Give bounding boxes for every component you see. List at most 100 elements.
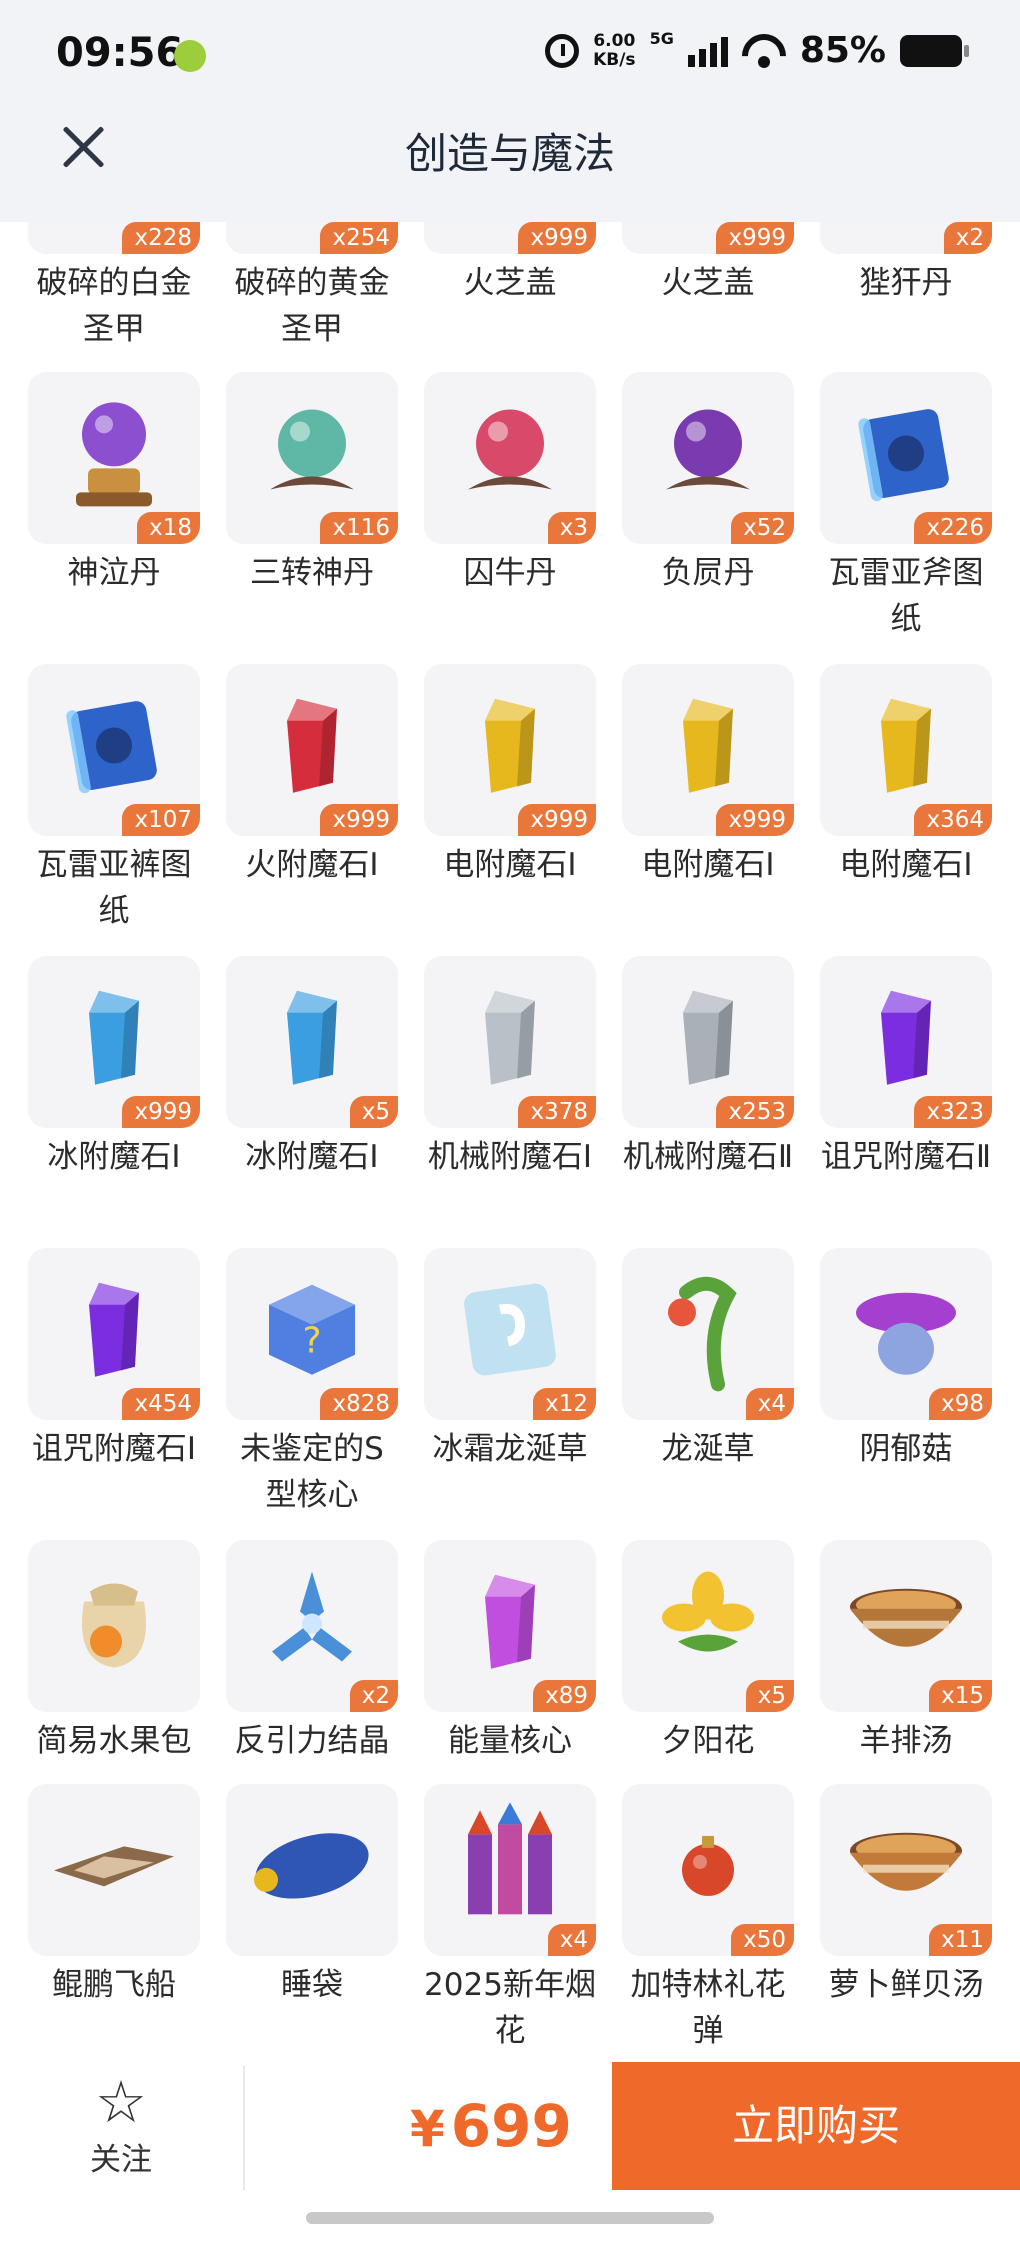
gem-icon: [69, 1275, 159, 1389]
item-count-badge: x5: [349, 1096, 398, 1128]
item-card[interactable]: x107 瓦雷亚裤图纸: [28, 664, 200, 934]
item-card[interactable]: x50 加特林礼花弹: [622, 1784, 794, 2054]
item-card[interactable]: x4 龙涎草: [622, 1248, 794, 1472]
item-tile: x378: [424, 956, 596, 1128]
item-card[interactable]: x454 诅咒附魔石Ⅰ: [28, 1248, 200, 1472]
mystery-box-icon: ?: [257, 1275, 367, 1389]
status-bar: 09:56 6.00 KB/s 5G 85%: [0, 0, 1020, 110]
item-tile: x98: [820, 1248, 992, 1420]
item-card[interactable]: x18 神泣丹: [28, 372, 200, 596]
svg-text:?: ?: [302, 1321, 321, 1362]
item-card[interactable]: x999 火芝盖: [424, 222, 596, 306]
scroll-icon: [54, 686, 174, 810]
item-tile: x999: [226, 664, 398, 836]
item-name: 瓦雷亚裤图纸: [36, 847, 192, 929]
item-card[interactable]: x2 狴犴丹: [820, 222, 992, 306]
follow-button[interactable]: ☆ 关注: [66, 2070, 176, 2179]
item-name: 睡袋: [281, 1967, 343, 2003]
item-card[interactable]: x3 囚牛丹: [424, 372, 596, 596]
item-card[interactable]: x2 反引力结晶: [226, 1540, 398, 1764]
item-count-badge: x2: [349, 1680, 398, 1712]
item-tile: x2: [820, 222, 992, 254]
item-card[interactable]: x11 萝卜鲜贝汤: [820, 1784, 992, 2008]
item-name: 诅咒附魔石Ⅱ: [820, 1139, 992, 1175]
item-count-badge: x999: [716, 222, 794, 254]
item-name: 龙涎草: [661, 1431, 755, 1467]
gem-icon: [267, 983, 357, 1097]
item-count-badge: x254: [320, 222, 398, 254]
item-card[interactable]: 睡袋: [226, 1784, 398, 2008]
item-name: 夕阳花: [661, 1723, 755, 1759]
item-card[interactable]: ? x828 未鉴定的S型核心: [226, 1248, 398, 1518]
item-card[interactable]: x999 电附魔石Ⅰ: [424, 664, 596, 888]
item-count-badge: x999: [320, 804, 398, 836]
item-count-badge: x107: [122, 804, 200, 836]
buy-button[interactable]: 立即购买: [612, 2062, 1020, 2190]
item-card[interactable]: x226 瓦雷亚斧图纸: [820, 372, 992, 642]
item-tile: x15: [820, 1540, 992, 1712]
item-card[interactable]: x364 电附魔石Ⅰ: [820, 664, 992, 888]
item-count-badge: x2: [943, 222, 992, 254]
item-name: 诅咒附魔石Ⅰ: [31, 1431, 197, 1467]
status-indicators: 6.00 KB/s 5G 85%: [545, 29, 969, 71]
item-card[interactable]: x999 电附魔石Ⅰ: [622, 664, 794, 888]
item-name: 机械附魔石Ⅱ: [622, 1139, 794, 1175]
item-name: 电附魔石Ⅰ: [839, 847, 973, 883]
item-name: 瓦雷亚斧图纸: [828, 555, 984, 637]
item-name: 机械附魔石Ⅰ: [427, 1139, 593, 1175]
item-tile: x116: [226, 372, 398, 544]
item-name: 电附魔石Ⅰ: [641, 847, 775, 883]
item-count-badge: x228: [122, 222, 200, 254]
item-tile: x364: [820, 664, 992, 836]
item-tile: x18: [28, 372, 200, 544]
item-card[interactable]: x253 机械附魔石Ⅱ: [622, 956, 794, 1180]
plant-icon: [648, 1264, 768, 1398]
item-card[interactable]: x228 破碎的白金圣甲: [28, 222, 200, 352]
item-tile: x89: [424, 1540, 596, 1712]
item-card[interactable]: x12 冰霜龙涎草: [424, 1248, 596, 1472]
soup-icon: [841, 1811, 971, 1925]
item-name: 鲲鹏飞船: [52, 1967, 176, 2003]
flower-icon: [648, 1562, 768, 1686]
item-tile: x2: [226, 1540, 398, 1712]
item-name: 火芝盖: [661, 265, 755, 301]
item-card[interactable]: x52 负屃丹: [622, 372, 794, 596]
home-indicator[interactable]: [306, 2212, 714, 2224]
gem-icon: [465, 1567, 555, 1681]
item-count-badge: x116: [320, 512, 398, 544]
orb-icon: [648, 394, 768, 518]
item-card[interactable]: x98 阴郁菇: [820, 1248, 992, 1472]
item-card[interactable]: x378 机械附魔石Ⅰ: [424, 956, 596, 1180]
item-tile: x107: [28, 664, 200, 836]
item-card[interactable]: x15 羊排汤: [820, 1540, 992, 1764]
bomb-icon: [658, 1816, 758, 1920]
gem-icon: [465, 691, 555, 805]
item-count-badge: x12: [533, 1388, 596, 1420]
item-card[interactable]: x89 能量核心: [424, 1540, 596, 1764]
item-count-badge: x18: [137, 512, 200, 544]
item-tile: x5: [226, 956, 398, 1128]
item-name: 负屃丹: [661, 555, 755, 591]
item-card[interactable]: x323 诅咒附魔石Ⅱ: [820, 956, 992, 1180]
soup-icon: [841, 1567, 971, 1681]
item-card[interactable]: x999 火芝盖: [622, 222, 794, 306]
item-name: 破碎的黄金圣甲: [234, 265, 390, 347]
item-card[interactable]: x999 火附魔石Ⅰ: [226, 664, 398, 888]
item-count-badge: x5: [745, 1680, 794, 1712]
item-card[interactable]: 鲲鹏飞船: [28, 1784, 200, 2008]
item-card[interactable]: x4 2025新年烟花: [424, 1784, 596, 2054]
item-name: 未鉴定的S型核心: [240, 1431, 384, 1513]
item-name: 三转神丹: [250, 555, 374, 591]
orb-icon: [450, 394, 570, 518]
orb-icon: [252, 394, 372, 518]
item-card[interactable]: x5 夕阳花: [622, 1540, 794, 1764]
item-card[interactable]: x116 三转神丹: [226, 372, 398, 596]
item-card[interactable]: x5 冰附魔石Ⅰ: [226, 956, 398, 1180]
item-count-badge: x999: [518, 804, 596, 836]
item-card[interactable]: x254 破碎的黄金圣甲: [226, 222, 398, 352]
item-count-badge: x999: [518, 222, 596, 254]
item-tile: ? x828: [226, 1248, 398, 1420]
item-card[interactable]: x999 冰附魔石Ⅰ: [28, 956, 200, 1180]
network-speed-value: 6.00: [593, 30, 636, 51]
item-card[interactable]: 简易水果包: [28, 1540, 200, 1764]
